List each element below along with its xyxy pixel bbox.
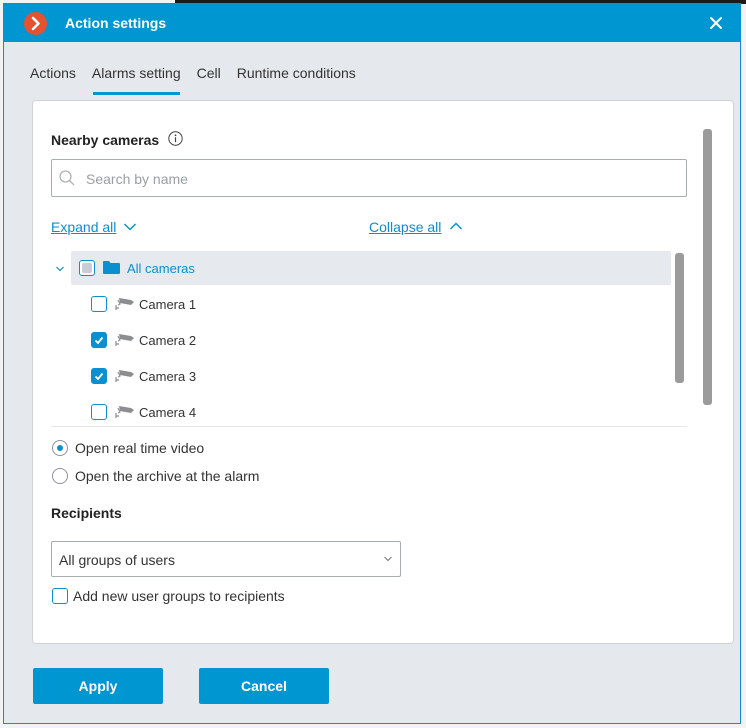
camera-tree: All cameras Camera 1 Camera 2 Camera 3 C… [47, 251, 707, 421]
info-icon[interactable] [168, 131, 183, 146]
camera-1-label: Camera 1 [139, 297, 197, 312]
tab-alarms-setting[interactable]: Alarms setting [92, 62, 181, 95]
camera-icon [115, 370, 134, 382]
open-archive-label[interactable]: Open the archive at the alarm [75, 468, 259, 484]
checkmark-icon [94, 336, 104, 345]
tree-root-all-cameras[interactable]: All cameras [71, 251, 671, 285]
divider [51, 426, 687, 427]
camera-3-checkbox[interactable] [91, 368, 107, 384]
add-new-groups-checkbox[interactable] [52, 588, 68, 604]
collapse-all-link[interactable]: Collapse all [369, 219, 441, 235]
panel-scrollbar[interactable] [703, 129, 712, 405]
close-icon [710, 17, 722, 29]
camera-4-label: Camera 4 [139, 405, 197, 420]
camera-list-item[interactable]: Camera 4 [47, 395, 671, 421]
folder-icon [103, 261, 120, 274]
tree-scrollbar[interactable] [675, 253, 684, 383]
chevron-down-icon[interactable] [123, 222, 137, 232]
tab-runtime-conditions[interactable]: Runtime conditions [237, 62, 356, 90]
camera-list-item[interactable]: Camera 2 [47, 323, 671, 357]
chevron-down-icon [384, 556, 392, 562]
all-cameras-checkbox[interactable] [79, 260, 95, 276]
camera-1-checkbox[interactable] [91, 296, 107, 312]
camera-2-label: Camera 2 [139, 333, 197, 348]
tab-actions[interactable]: Actions [30, 62, 76, 90]
expand-all-link[interactable]: Expand all [51, 219, 116, 235]
title-bar: Action settings [4, 4, 740, 42]
open-real-time-video-label[interactable]: Open real time video [75, 440, 204, 456]
camera-list-item[interactable]: Camera 3 [47, 359, 671, 393]
camera-icon [115, 406, 134, 418]
camera-icon [115, 334, 134, 346]
add-new-groups-label[interactable]: Add new user groups to recipients [73, 588, 285, 604]
camera-search-field[interactable] [51, 159, 687, 197]
camera-2-checkbox[interactable] [91, 332, 107, 348]
open-real-time-video-radio[interactable] [52, 440, 68, 456]
all-cameras-label: All cameras [127, 261, 195, 276]
tab-bar: Actions Alarms setting Cell Runtime cond… [30, 62, 372, 95]
tab-cell[interactable]: Cell [197, 62, 221, 90]
close-button[interactable] [706, 13, 726, 33]
camera-icon [115, 298, 134, 310]
action-settings-dialog: Action settings Actions Alarms setting C… [3, 3, 741, 724]
recipients-selected-value: All groups of users [59, 552, 175, 568]
recipients-heading: Recipients [51, 505, 122, 521]
tree-expand-chevron-icon[interactable] [55, 265, 65, 273]
nearby-cameras-heading: Nearby cameras [51, 132, 160, 148]
camera-search-input[interactable] [84, 168, 678, 190]
chevron-up-icon[interactable] [449, 221, 463, 231]
camera-list-item[interactable]: Camera 1 [47, 287, 671, 321]
app-logo-icon [24, 12, 47, 35]
apply-button[interactable]: Apply [33, 668, 163, 704]
recipients-select[interactable]: All groups of users [51, 541, 401, 577]
settings-panel: Nearby cameras Expand all Collapse all A… [32, 100, 734, 644]
camera-3-label: Camera 3 [139, 369, 197, 384]
dialog-title: Action settings [65, 15, 167, 31]
checkmark-icon [94, 372, 104, 381]
camera-4-checkbox[interactable] [91, 404, 107, 420]
search-icon [59, 170, 75, 186]
open-archive-radio[interactable] [52, 468, 68, 484]
cancel-button[interactable]: Cancel [199, 668, 329, 704]
